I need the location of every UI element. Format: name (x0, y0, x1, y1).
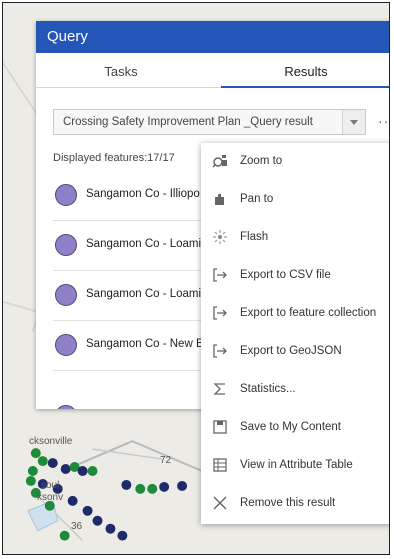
table-icon (212, 457, 228, 473)
list-item-label: Sangamon Co - Illiopo (86, 188, 200, 200)
map-place-label: ksonv (37, 492, 64, 503)
menu-item-remove-result[interactable]: Remove this result (201, 489, 389, 519)
map-place-label: cksonville (29, 436, 73, 447)
feature-symbol-icon (55, 184, 77, 206)
menu-item-label: Zoom to (240, 155, 283, 167)
close-icon (212, 495, 228, 511)
list-item-label: Sangamon Co - New B (86, 338, 204, 350)
menu-item-label: Export to GeoJSON (240, 345, 342, 357)
menu-item-export-geojson[interactable]: Export to GeoJSON (201, 337, 389, 367)
export-icon (212, 305, 228, 321)
tab-tasks[interactable]: Tasks (36, 53, 206, 87)
menu-item-label: Flash (240, 231, 269, 243)
menu-item-save-to-my-content[interactable]: Save to My Content (201, 413, 389, 443)
menu-item-export-feature-collection[interactable]: Export to feature collection (201, 299, 389, 329)
tab-bar: Tasks Results (36, 53, 389, 88)
chevron-down-icon[interactable] (342, 110, 365, 134)
menu-item-view-attribute-table[interactable]: View in Attribute Table (201, 451, 389, 481)
displayed-features-count: Displayed features:17/17 (53, 152, 175, 164)
menu-item-label: Save to My Content (240, 421, 341, 433)
result-select-value: Crossing Safety Improvement Plan _Query … (63, 116, 313, 128)
flash-icon (212, 229, 228, 245)
map-route-label: 72 (160, 455, 172, 466)
tab-results[interactable]: Results (221, 53, 389, 88)
more-options-button[interactable]: ··· (378, 113, 389, 129)
feature-symbol-icon (55, 405, 77, 409)
export-icon (212, 267, 228, 283)
result-actions-menu: Zoom to Pan to Flash Export to CSV file … (201, 143, 389, 524)
panel-title: Query (36, 21, 389, 53)
list-item-label: Sangamon Co - Loami (86, 288, 202, 300)
menu-item-label: Export to CSV file (240, 269, 331, 281)
sigma-icon (212, 381, 228, 397)
list-item-label: Sangamon Co - Loami (86, 238, 202, 250)
feature-symbol-icon (55, 284, 77, 306)
menu-item-label: Pan to (240, 193, 274, 205)
export-icon (212, 343, 228, 359)
menu-item-statistics[interactable]: Statistics... (201, 375, 389, 405)
menu-item-flash[interactable]: Flash (201, 223, 389, 253)
menu-item-label: View in Attribute Table (240, 459, 353, 471)
save-icon (212, 419, 228, 435)
feature-symbol-icon (55, 234, 77, 256)
menu-item-export-csv[interactable]: Export to CSV file (201, 261, 389, 291)
menu-item-label: Statistics... (240, 383, 296, 395)
map-route-label: 36 (71, 521, 83, 532)
menu-item-label: Export to feature collection (240, 307, 377, 319)
pan-to-icon (212, 191, 228, 207)
menu-item-label: Remove this result (240, 497, 336, 509)
menu-item-pan-to[interactable]: Pan to (201, 185, 389, 215)
menu-item-zoom-to[interactable]: Zoom to (201, 147, 389, 177)
feature-symbol-icon (55, 334, 77, 356)
map-place-label: soul (41, 480, 60, 491)
zoom-to-icon (212, 153, 228, 169)
result-select[interactable]: Crossing Safety Improvement Plan _Query … (53, 109, 366, 135)
app-frame: cksonville soul ksonv 72 36 Query Tasks … (2, 2, 390, 555)
